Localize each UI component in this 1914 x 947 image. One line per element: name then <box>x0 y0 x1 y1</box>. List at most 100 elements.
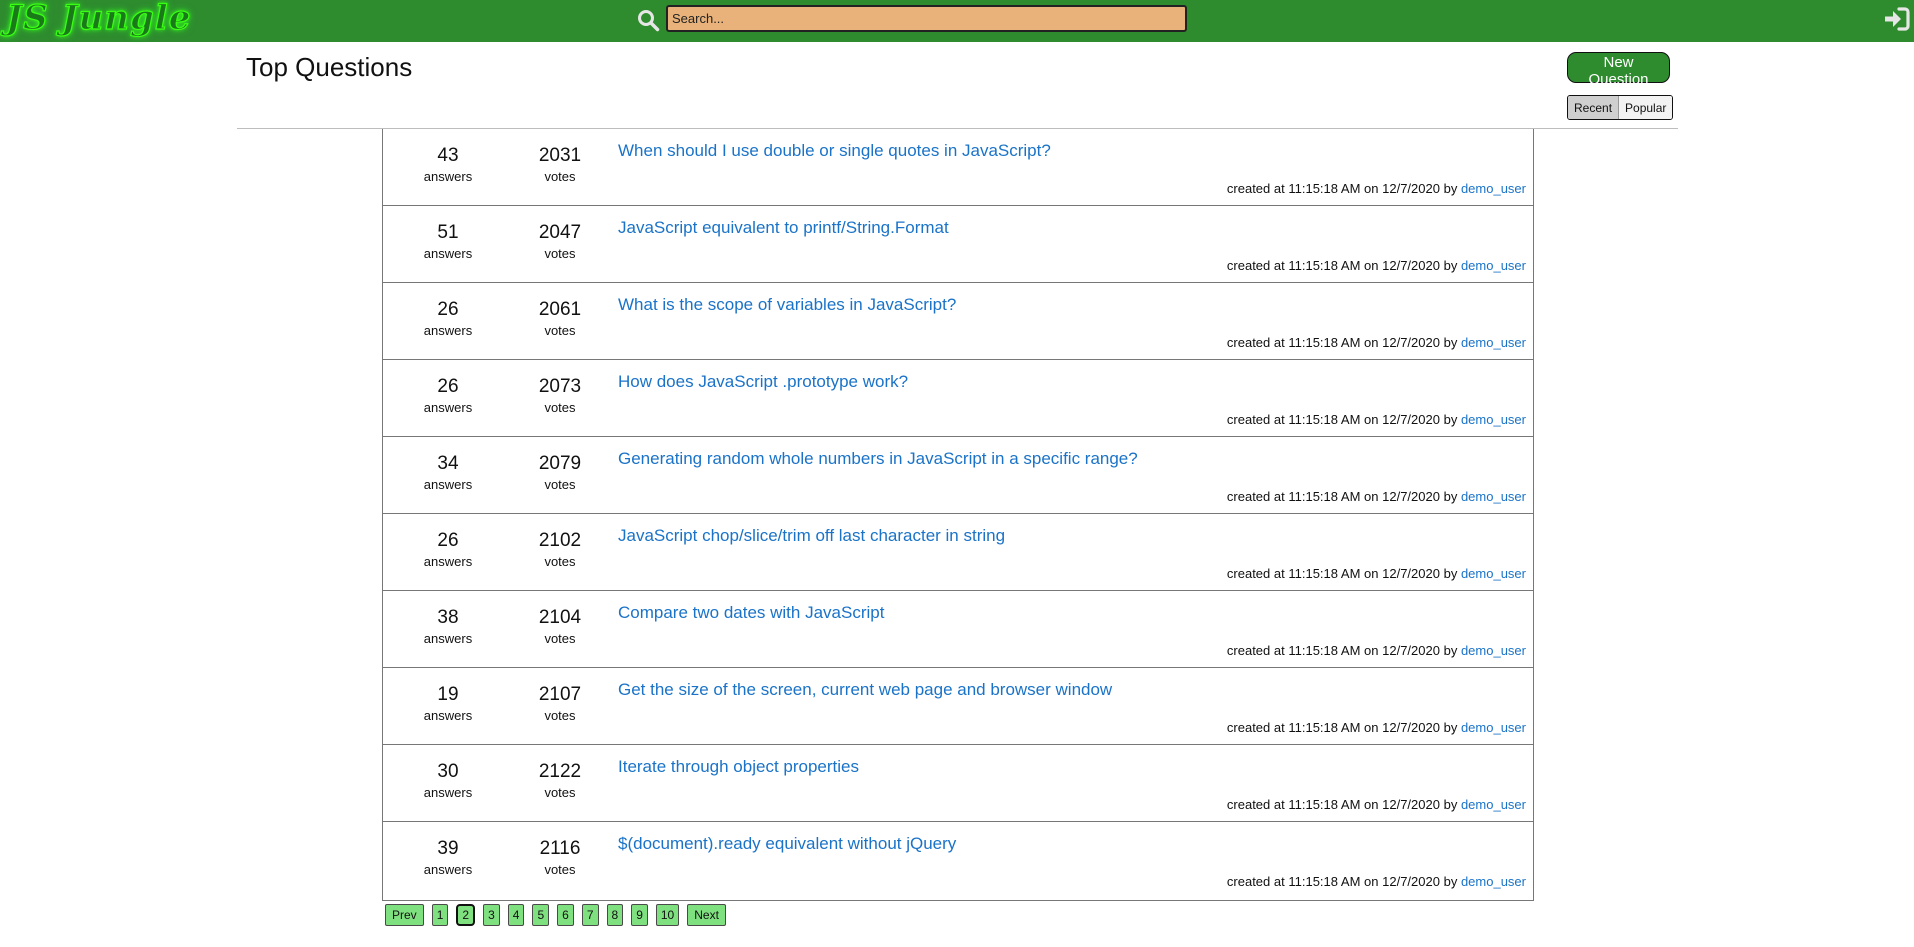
answer-count-label: answers <box>423 554 473 569</box>
question-title-link[interactable]: Generating random whole numbers in JavaS… <box>618 449 1138 469</box>
answer-count-value: 26 <box>437 530 459 551</box>
author-link[interactable]: demo_user <box>1461 643 1526 658</box>
answer-count: 34 answers <box>403 453 493 493</box>
question-row: 30 answers 2122 votes Iterate through ob… <box>383 745 1533 822</box>
author-link[interactable]: demo_user <box>1461 181 1526 196</box>
answer-count: 43 answers <box>403 145 493 185</box>
new-question-button[interactable]: New Question <box>1567 52 1670 88</box>
author-link[interactable]: demo_user <box>1461 566 1526 581</box>
vote-count-label: votes <box>544 323 576 338</box>
on-label: on <box>1364 566 1379 581</box>
question-title-link[interactable]: What is the scope of variables in JavaSc… <box>618 295 956 315</box>
vote-count-label: votes <box>544 554 576 569</box>
question-row: 43 answers 2031 votes When should I use … <box>383 129 1533 206</box>
page-button-10[interactable]: 10 <box>655 904 680 926</box>
vote-count-value: 2079 <box>538 453 582 474</box>
question-list: 43 answers 2031 votes When should I use … <box>382 129 1534 901</box>
created-time: 11:15:18 AM <box>1288 643 1361 658</box>
created-date: 12/7/2020 <box>1382 181 1440 196</box>
created-time: 11:15:18 AM <box>1288 335 1361 350</box>
question-row: 51 answers 2047 votes JavaScript equival… <box>383 206 1533 283</box>
page-button-8[interactable]: 8 <box>606 904 624 926</box>
question-title-link[interactable]: JavaScript equivalent to printf/String.F… <box>618 218 949 238</box>
search-icon[interactable] <box>636 8 660 32</box>
question-title-link[interactable]: $(document).ready equivalent without jQu… <box>618 834 956 854</box>
page-button-5[interactable]: 5 <box>532 904 550 926</box>
page-button-9[interactable]: 9 <box>631 904 648 926</box>
by-label: by <box>1443 181 1458 196</box>
created-time: 11:15:18 AM <box>1288 412 1361 427</box>
created-date: 12/7/2020 <box>1382 412 1440 427</box>
question-row: 26 answers 2073 votes How does JavaScrip… <box>383 360 1533 437</box>
page-button-1[interactable]: 1 <box>431 904 449 926</box>
question-row: 39 answers 2116 votes $(document).ready … <box>383 822 1533 899</box>
created-at-label: created at <box>1226 874 1285 889</box>
page-button-6[interactable]: 6 <box>557 904 574 926</box>
answer-count-value: 34 <box>437 453 459 474</box>
question-row: 34 answers 2079 votes Generating random … <box>383 437 1533 514</box>
prev-page-button[interactable]: Prev <box>385 904 424 926</box>
page-button-4[interactable]: 4 <box>507 904 525 926</box>
vote-count: 2102 votes <box>515 530 605 570</box>
site-logo[interactable]: JS Jungle <box>5 0 191 39</box>
vote-count-label: votes <box>544 169 576 184</box>
sort-recent-button[interactable]: Recent <box>1568 96 1620 119</box>
search-input[interactable] <box>666 5 1187 32</box>
answer-count-value: 19 <box>437 684 459 705</box>
vote-count: 2079 votes <box>515 453 605 493</box>
created-at-label: created at <box>1226 643 1285 658</box>
created-at-label: created at <box>1226 566 1285 581</box>
created-at-label: created at <box>1226 797 1285 812</box>
answer-count-value: 26 <box>437 376 459 397</box>
vote-count-label: votes <box>544 862 576 877</box>
answer-count-label: answers <box>423 169 473 184</box>
question-meta: created at 11:15:18 AM on 12/7/2020 by d… <box>1227 720 1526 735</box>
author-link[interactable]: demo_user <box>1461 412 1526 427</box>
page-button-2[interactable]: 2 <box>456 904 476 926</box>
question-meta: created at 11:15:18 AM on 12/7/2020 by d… <box>1227 643 1526 658</box>
on-label: on <box>1364 797 1379 812</box>
vote-count-value: 2047 <box>538 222 582 243</box>
created-at-label: created at <box>1226 335 1285 350</box>
created-date: 12/7/2020 <box>1382 258 1440 273</box>
on-label: on <box>1364 412 1379 427</box>
question-row: 26 answers 2102 votes JavaScript chop/sl… <box>383 514 1533 591</box>
created-time: 11:15:18 AM <box>1288 181 1361 196</box>
question-row: 38 answers 2104 votes Compare two dates … <box>383 591 1533 668</box>
created-time: 11:15:18 AM <box>1288 258 1361 273</box>
question-row: 19 answers 2107 votes Get the size of th… <box>383 668 1533 745</box>
question-title-link[interactable]: Get the size of the screen, current web … <box>618 680 1112 700</box>
page-button-7[interactable]: 7 <box>581 904 599 926</box>
on-label: on <box>1364 720 1379 735</box>
by-label: by <box>1443 566 1458 581</box>
question-title-link[interactable]: Compare two dates with JavaScript <box>618 603 884 623</box>
answer-count-label: answers <box>423 400 473 415</box>
vote-count-value: 2031 <box>538 145 582 166</box>
question-title-link[interactable]: When should I use double or single quote… <box>618 141 1051 161</box>
vote-count: 2061 votes <box>515 299 605 339</box>
by-label: by <box>1443 258 1458 273</box>
on-label: on <box>1364 335 1379 350</box>
on-label: on <box>1364 489 1379 504</box>
author-link[interactable]: demo_user <box>1461 335 1526 350</box>
author-link[interactable]: demo_user <box>1461 489 1526 504</box>
question-title-link[interactable]: Iterate through object properties <box>618 757 859 777</box>
page-button-3[interactable]: 3 <box>483 904 500 926</box>
question-title-link[interactable]: JavaScript chop/slice/trim off last char… <box>618 526 1005 546</box>
by-label: by <box>1443 797 1458 812</box>
answer-count-label: answers <box>423 785 473 800</box>
question-meta: created at 11:15:18 AM on 12/7/2020 by d… <box>1227 258 1526 273</box>
sign-in-icon[interactable] <box>1883 5 1911 33</box>
author-link[interactable]: demo_user <box>1461 720 1526 735</box>
author-link[interactable]: demo_user <box>1461 258 1526 273</box>
vote-count: 2073 votes <box>515 376 605 416</box>
question-title-link[interactable]: How does JavaScript .prototype work? <box>618 372 908 392</box>
question-meta: created at 11:15:18 AM on 12/7/2020 by d… <box>1227 797 1526 812</box>
author-link[interactable]: demo_user <box>1461 874 1526 889</box>
question-row: 26 answers 2061 votes What is the scope … <box>383 283 1533 360</box>
vote-count: 2107 votes <box>515 684 605 724</box>
next-page-button[interactable]: Next <box>687 904 726 926</box>
sort-popular-button[interactable]: Popular <box>1619 96 1673 119</box>
author-link[interactable]: demo_user <box>1461 797 1526 812</box>
question-meta: created at 11:15:18 AM on 12/7/2020 by d… <box>1227 566 1526 581</box>
